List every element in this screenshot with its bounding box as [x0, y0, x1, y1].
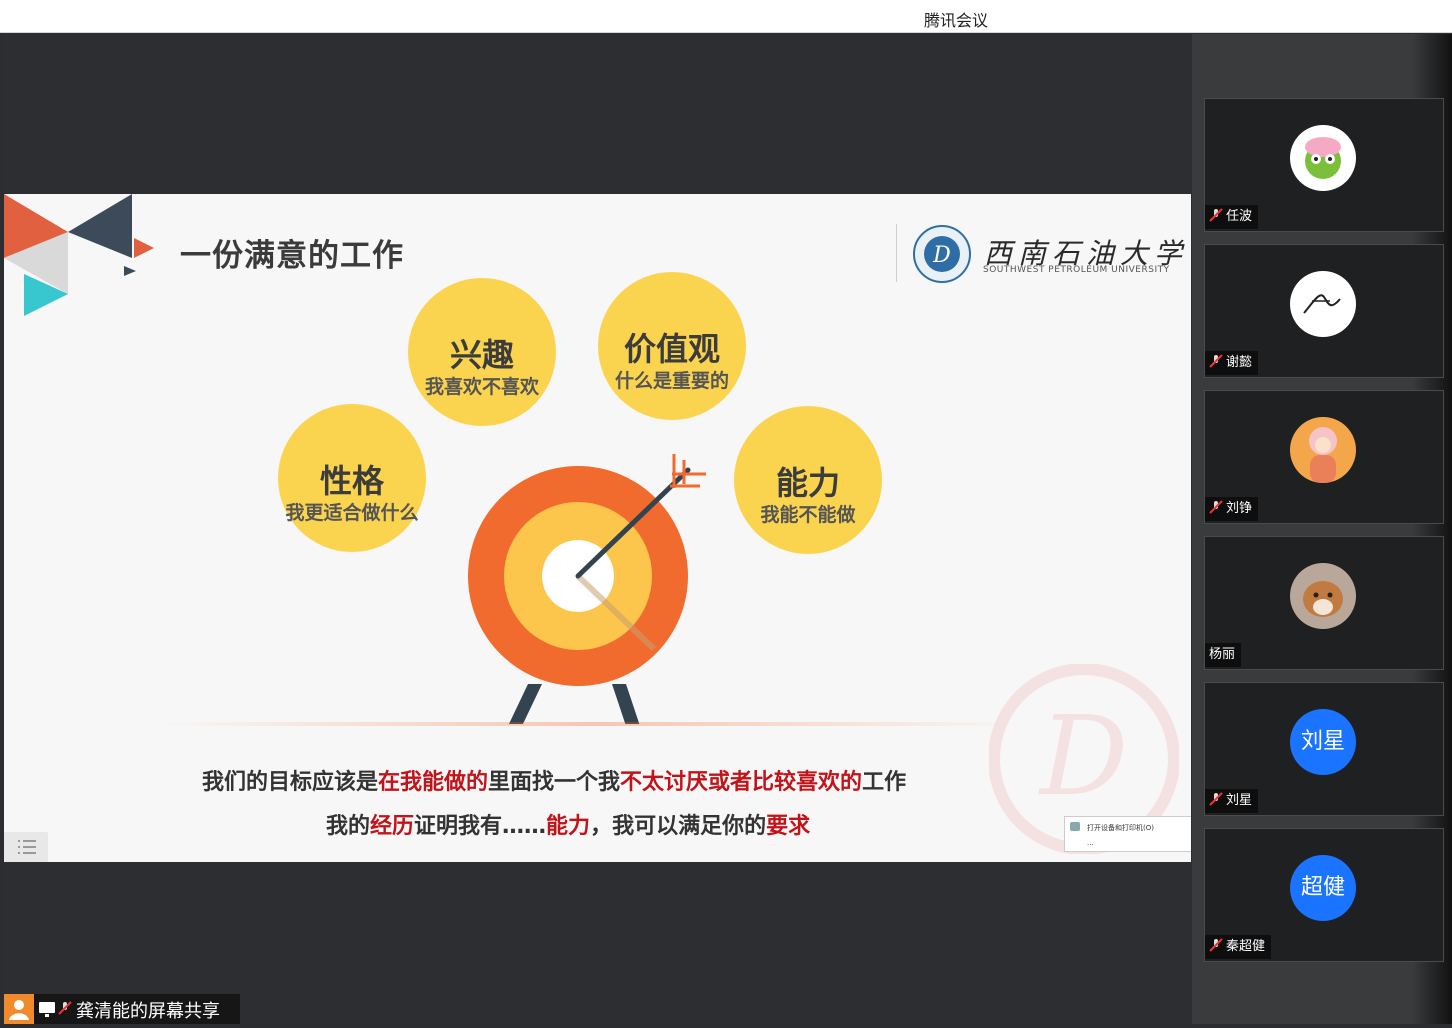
presentation-slide: 一份满意的工作 D 西南石油大学 SOUTHWEST PETROLEUM UNI…	[4, 194, 1191, 862]
svg-text:D: D	[1038, 692, 1128, 820]
bubble-interest: 兴趣 我喜欢不喜欢	[408, 278, 556, 426]
participant-tile[interactable]: 刘星 刘星	[1204, 682, 1444, 816]
menu-item-devices-printers[interactable]: 打开设备和打印机(O)	[1087, 823, 1154, 833]
bubble-values: 价值观 什么是重要的	[598, 272, 746, 420]
caption-line-2: 我的经历证明我有……能力，我可以满足你的要求	[326, 814, 811, 839]
signature-avatar	[1290, 271, 1356, 337]
illustration-avatar	[1290, 417, 1356, 483]
mic-muted-icon	[1209, 354, 1223, 368]
participant-tile[interactable]: 谢懿	[1204, 244, 1444, 378]
participant-tile[interactable]: 超健 秦超健	[1204, 828, 1444, 962]
floor-line	[164, 722, 1024, 726]
mic-muted-icon	[58, 1001, 72, 1015]
participant-name: 秦超健	[1205, 935, 1272, 959]
screen-share-label[interactable]: 龚清能的屏幕共享	[4, 994, 240, 1024]
participant-name: 刘铮	[1205, 497, 1259, 521]
participant-name: 谢懿	[1205, 351, 1259, 375]
slide-title: 一份满意的工作	[180, 238, 404, 274]
pet-photo-avatar	[1290, 563, 1356, 629]
participant-tile[interactable]: 刘铮	[1204, 390, 1444, 524]
bubble-ability: 能力 我能不能做	[734, 406, 882, 554]
university-emblem-icon: D	[913, 225, 971, 283]
participant-tile[interactable]: 任波	[1204, 98, 1444, 232]
list-icon	[18, 840, 36, 854]
participant-name: 任波	[1205, 205, 1259, 229]
user-icon	[4, 994, 34, 1024]
mic-muted-icon	[1209, 938, 1223, 952]
participant-name: 刘星	[1205, 789, 1259, 813]
participant-tile[interactable]: 杨丽	[1204, 536, 1444, 670]
context-menu-popup[interactable]: 打开设备和打印机(O) ...	[1064, 816, 1191, 852]
mic-muted-icon	[1209, 792, 1223, 806]
university-subtitle: SOUTHWEST PETROLEUM UNIVERSITY	[983, 265, 1170, 275]
participant-name: 杨丽	[1205, 643, 1242, 667]
screen-share-owner: 龚清能的屏幕共享	[76, 1001, 220, 1022]
mic-muted-icon	[1209, 500, 1223, 514]
mic-muted-icon	[1209, 208, 1223, 222]
text-avatar: 超健	[1290, 855, 1356, 921]
cartoon-avatar	[1290, 125, 1356, 191]
bubble-personality: 性格 我更适合做什么	[278, 404, 426, 552]
svg-text:D: D	[932, 243, 951, 268]
printer-icon	[1070, 822, 1080, 831]
text-avatar: 刘星	[1290, 709, 1356, 775]
menu-item-more[interactable]: ...	[1087, 839, 1094, 847]
window-titlebar: 腾讯会议	[0, 0, 1452, 33]
slide-list-button[interactable]	[4, 832, 48, 862]
window-title: 腾讯会议	[924, 11, 989, 30]
screen-share-icon	[39, 1002, 55, 1017]
corner-triangles-decoration	[4, 194, 154, 316]
caption-line-1: 我们的目标应该是在我能做的里面找一个我不太讨厌或者比较喜欢的工作	[202, 770, 907, 795]
target-arrow-illustration	[468, 454, 706, 724]
logo-divider	[896, 224, 897, 282]
